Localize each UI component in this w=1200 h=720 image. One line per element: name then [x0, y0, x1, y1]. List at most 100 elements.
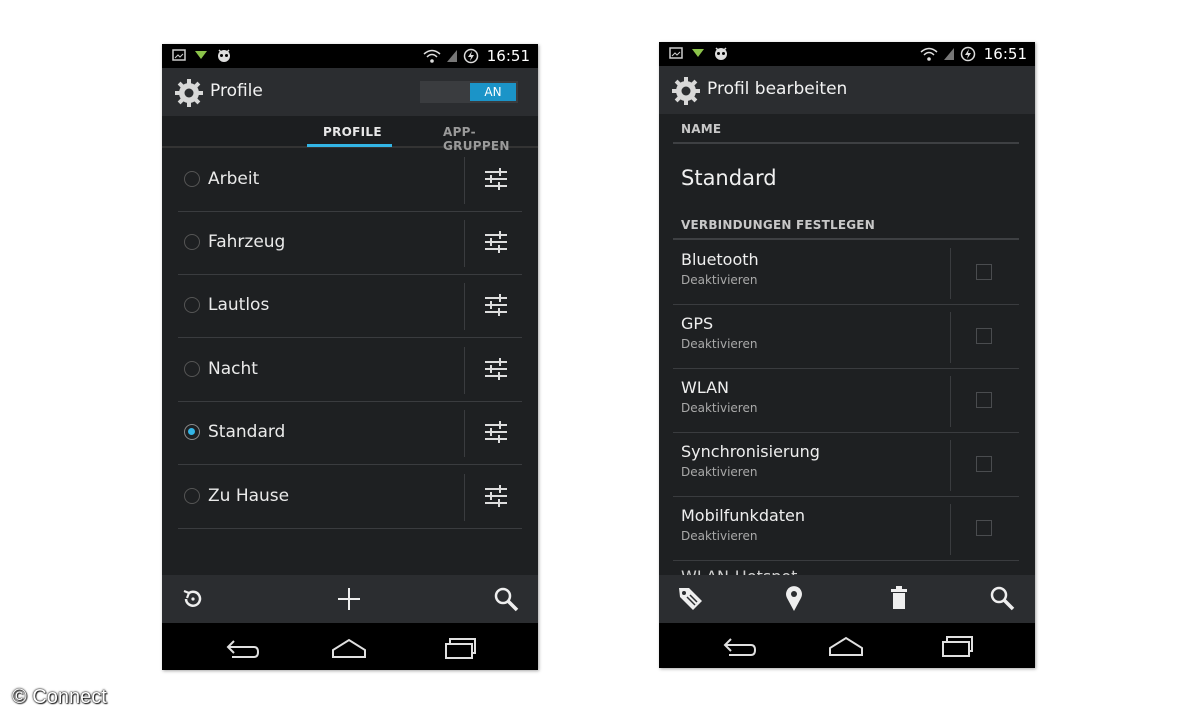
connection-checkbox[interactable]	[976, 520, 992, 536]
wifi-icon	[920, 47, 938, 61]
row-divider	[464, 410, 465, 457]
row-divider	[464, 220, 465, 267]
profile-row-arbeit[interactable]: Arbeit	[178, 149, 522, 212]
add-icon[interactable]	[334, 584, 364, 614]
back-icon[interactable]	[721, 631, 757, 661]
status-time: 16:51	[983, 45, 1027, 63]
battery-charging-icon	[463, 48, 479, 64]
page-title: Profile	[210, 81, 263, 101]
row-divider	[950, 248, 951, 299]
connection-row-sync[interactable]: Synchronisierung Deaktivieren	[673, 434, 1019, 497]
search-icon[interactable]	[491, 584, 521, 614]
connection-title: GPS	[681, 314, 714, 333]
connection-checkbox[interactable]	[976, 264, 992, 280]
tab-profile[interactable]: PROFILE	[323, 125, 382, 139]
active-tab-indicator	[307, 144, 392, 147]
connection-title: Synchronisierung	[681, 442, 820, 461]
row-divider	[464, 474, 465, 521]
connection-row-bluetooth[interactable]: Bluetooth Deaktivieren	[673, 242, 1019, 305]
row-divider	[950, 504, 951, 555]
profile-name-field[interactable]: Standard	[681, 166, 777, 190]
profile-settings-sliders-icon[interactable]	[484, 293, 508, 317]
home-icon[interactable]	[330, 633, 368, 663]
section-divider	[673, 142, 1019, 144]
connection-subtitle: Deaktivieren	[681, 465, 758, 479]
profile-radio-button[interactable]	[184, 297, 200, 313]
phone-edit-profile: 16:51 Profil bearbeiten NAME Standard VE…	[659, 42, 1035, 668]
trash-icon[interactable]	[884, 583, 914, 613]
connection-subtitle: Deaktivieren	[681, 337, 758, 351]
profile-settings-sliders-icon[interactable]	[484, 420, 508, 444]
profile-settings-sliders-icon[interactable]	[484, 484, 508, 508]
profiles-toggle-switch[interactable]: AN	[420, 81, 518, 103]
section-divider	[673, 238, 1019, 240]
action-bar: Profil bearbeiten	[659, 66, 1035, 114]
back-icon[interactable]	[224, 633, 260, 663]
reset-icon[interactable]	[178, 584, 208, 614]
row-divider	[950, 312, 951, 363]
status-bar: 16:51	[162, 44, 538, 68]
row-divider	[464, 283, 465, 330]
action-bar: Profile AN	[162, 68, 538, 116]
profile-row-lautlos[interactable]: Lautlos	[178, 275, 522, 338]
settings-gear-icon[interactable]	[671, 76, 701, 106]
profile-row-nacht[interactable]: Nacht	[178, 339, 522, 402]
connection-row-wlan[interactable]: WLAN Deaktivieren	[673, 370, 1019, 433]
navigation-bar	[162, 623, 538, 670]
profile-row-standard[interactable]: Standard	[178, 402, 522, 465]
connection-subtitle: Deaktivieren	[681, 273, 758, 287]
home-icon[interactable]	[827, 631, 865, 661]
connection-checkbox[interactable]	[976, 328, 992, 344]
recent-apps-icon[interactable]	[939, 631, 975, 661]
connection-row-mobile-data[interactable]: Mobilfunkdaten Deaktivieren	[673, 498, 1019, 561]
connection-title: WLAN	[681, 378, 730, 397]
settings-gear-icon[interactable]	[174, 78, 204, 108]
connections-section-header: VERBINDUNGEN FESTLEGEN	[681, 218, 875, 232]
download-notification-icon	[195, 51, 207, 59]
row-divider	[950, 440, 951, 491]
profile-radio-button[interactable]	[184, 234, 200, 250]
connection-checkbox[interactable]	[976, 456, 992, 472]
connection-subtitle: Deaktivieren	[681, 529, 758, 543]
profile-label: Fahrzeug	[208, 232, 286, 252]
connection-title: Mobilfunkdaten	[681, 506, 806, 525]
search-icon[interactable]	[987, 583, 1017, 613]
tag-icon[interactable]	[675, 583, 705, 613]
profile-label: Standard	[208, 422, 286, 442]
tab-bar: PROFILE APP-GRUPPEN	[162, 116, 538, 153]
profile-settings-sliders-icon[interactable]	[484, 357, 508, 381]
gallery-notification-icon	[172, 49, 186, 61]
profile-label: Zu Hause	[208, 486, 290, 506]
row-divider	[464, 347, 465, 394]
row-divider	[464, 157, 465, 204]
connection-checkbox[interactable]	[976, 392, 992, 408]
profile-radio-button[interactable]	[184, 488, 200, 504]
android-notification-icon	[715, 47, 727, 60]
battery-charging-icon	[960, 46, 976, 62]
connection-title: Bluetooth	[681, 250, 759, 269]
connection-row-gps[interactable]: GPS Deaktivieren	[673, 306, 1019, 369]
status-time: 16:51	[486, 47, 530, 65]
wifi-icon	[423, 49, 441, 63]
recent-apps-icon[interactable]	[442, 633, 478, 663]
row-divider	[950, 376, 951, 427]
profile-radio-button[interactable]	[184, 171, 200, 187]
page-title: Profil bearbeiten	[707, 79, 848, 99]
screenshot-page: 16:51 Profile AN PROFILE APP-GRUPPEN Arb…	[0, 0, 1200, 720]
profile-label: Arbeit	[208, 169, 260, 189]
profile-row-zu-hause[interactable]: Zu Hause	[178, 466, 522, 529]
profile-label: Nacht	[208, 359, 258, 379]
profile-radio-button[interactable]	[184, 361, 200, 377]
profile-row-fahrzeug[interactable]: Fahrzeug	[178, 212, 522, 275]
status-bar: 16:51	[659, 42, 1035, 66]
profile-label: Lautlos	[208, 295, 270, 315]
signal-icon	[943, 48, 954, 60]
profile-settings-sliders-icon[interactable]	[484, 230, 508, 254]
android-notification-icon	[218, 49, 230, 62]
profile-settings-sliders-icon[interactable]	[484, 167, 508, 191]
navigation-bar	[659, 623, 1035, 668]
connection-subtitle: Deaktivieren	[681, 401, 758, 415]
location-pin-icon[interactable]	[779, 583, 809, 613]
profile-radio-button-selected[interactable]	[184, 424, 200, 440]
phone-profiles: 16:51 Profile AN PROFILE APP-GRUPPEN Arb…	[162, 44, 538, 670]
